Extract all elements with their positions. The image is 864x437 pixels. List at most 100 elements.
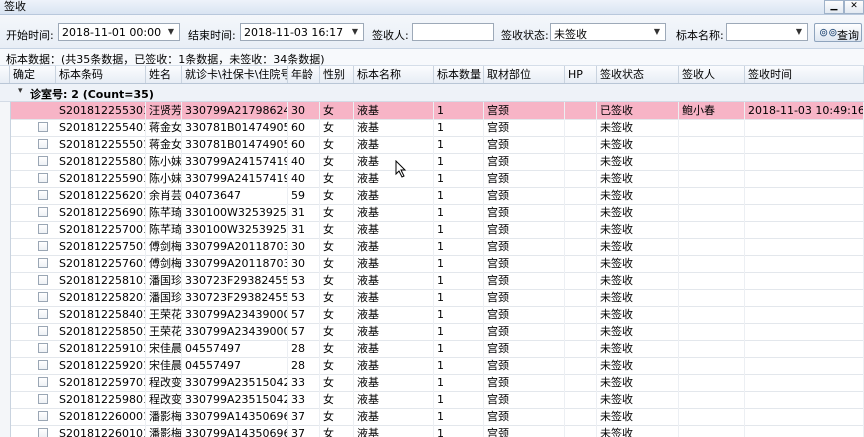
chevron-down-icon[interactable]: ▼ [793, 26, 805, 38]
cell-specimen-name: 液基 [354, 323, 434, 340]
cell-signer [679, 136, 745, 153]
table-row[interactable]: S201812260001 潘影梅 330799A14350696 37 女液基 1 宫颈 未… [0, 408, 864, 426]
table-row[interactable]: S201812258401 王荣花 330799A23439000 57 女液基 1 宫颈 未… [0, 306, 864, 324]
sign-status-combo[interactable]: 未签收 ▼ [550, 23, 666, 41]
cell-age: 53 [288, 289, 320, 306]
table-row[interactable]: S201812257601 傅剑梅 330799A20118703 30 女液基 1 宫颈 未… [0, 255, 864, 273]
confirm-checkbox[interactable] [38, 428, 48, 437]
row-indicator[interactable] [0, 170, 11, 187]
confirm-checkbox[interactable] [38, 377, 48, 387]
table-row[interactable]: S201812256201 余肖芸 04073647 59 女液基 1 宫颈 未签收 [0, 187, 864, 205]
table-row[interactable]: S201812259201 宋佳晨 04557497 28 女液基 1 宫颈 未签收 [0, 357, 864, 375]
row-indicator[interactable] [0, 204, 11, 221]
column-header-sign-status[interactable]: 签收状态 [597, 66, 679, 83]
row-indicator[interactable] [0, 408, 11, 425]
start-time-combo[interactable]: 2018-11-01 00:00 ▼ [58, 23, 180, 41]
row-indicator[interactable] [0, 289, 11, 306]
confirm-checkbox[interactable] [38, 190, 48, 200]
row-indicator[interactable] [0, 306, 11, 323]
table-row[interactable]: S201812259801 程改变 330799A23515042 33 女液基 1 宫颈 未… [0, 391, 864, 409]
row-indicator[interactable] [0, 323, 11, 340]
chevron-down-icon[interactable]: ▼ [651, 26, 663, 38]
table-row[interactable]: S201812255301 汪贤芳 330799A21798624 30 女液基 1 宫颈 已… [0, 102, 864, 120]
table-row[interactable]: S201812255901 陈小妹 330799A24157419 40 女液基 1 宫颈 未… [0, 170, 864, 188]
specimen-name-combo[interactable]: ▼ [726, 23, 808, 41]
row-indicator[interactable] [0, 102, 11, 119]
table-row[interactable]: S201812257501 傅剑梅 330799A20118703 30 女液基 1 宫颈 未… [0, 238, 864, 256]
minimize-button[interactable]: ▁ [824, 0, 844, 14]
confirm-checkbox[interactable] [38, 411, 48, 421]
row-indicator[interactable] [0, 425, 11, 437]
row-indicator[interactable] [0, 340, 11, 357]
cell-barcode: S201812256901 [56, 204, 146, 221]
column-header-signer[interactable]: 签收人 [679, 66, 745, 83]
column-header-specimen-name[interactable]: 标本名称 [354, 66, 434, 83]
row-indicator[interactable] [0, 136, 11, 153]
confirm-checkbox[interactable] [38, 360, 48, 370]
table-row[interactable]: S201812258101 潘国珍 330723F29382455 53 女液基 1 宫颈 未… [0, 272, 864, 290]
cell-age: 31 [288, 221, 320, 238]
start-time-value: 2018-11-01 00:00 [62, 26, 162, 39]
table-row[interactable]: S201812260101 潘影梅 330799A14350696 37 女液基 1 宫颈 未… [0, 425, 864, 437]
confirm-checkbox[interactable] [38, 309, 48, 319]
confirm-checkbox[interactable] [38, 275, 48, 285]
table-row[interactable]: S201812255401 蒋金女 330781B01474905 60 女液基 1 宫颈 未… [0, 119, 864, 137]
row-indicator[interactable] [0, 374, 11, 391]
row-indicator[interactable] [0, 255, 11, 272]
row-indicator[interactable] [0, 272, 11, 289]
confirm-checkbox[interactable] [38, 156, 48, 166]
confirm-checkbox[interactable] [38, 326, 48, 336]
cell-specimen-qty: 1 [434, 119, 484, 136]
table-row[interactable]: S201812257001 陈芊琦 330100W32539255 31 女液基 1 宫颈 未… [0, 221, 864, 239]
column-header-sex[interactable]: 性别 [320, 66, 354, 83]
table-row[interactable]: S201812255501 蒋金女 330781B01474905 60 女液基 1 宫颈 未… [0, 136, 864, 154]
confirm-checkbox[interactable] [38, 258, 48, 268]
confirm-checkbox[interactable] [38, 241, 48, 251]
table-row[interactable]: S201812255801 陈小妹 330799A24157419 40 女液基 1 宫颈 未… [0, 153, 864, 171]
specimen-grid: 确定 标本条码 姓名 就诊卡\社保卡\住院号 年龄 性别 标本名称 标本数量 取材部位 HP 签收状… [0, 66, 864, 437]
column-header-barcode[interactable]: 标本条码 [56, 66, 146, 83]
table-row[interactable]: S201812258201 潘国珍 330723F29382455 53 女液基 1 宫颈 未… [0, 289, 864, 307]
table-row[interactable]: S201812259101 宋佳晨 04557497 28 女液基 1 宫颈 未签收 [0, 340, 864, 358]
column-header-card-no[interactable]: 就诊卡\社保卡\住院号 [182, 66, 288, 83]
group-row[interactable]: ▾ 诊室号: 2 (Count=35) [0, 84, 864, 102]
confirm-checkbox[interactable] [38, 207, 48, 217]
close-button[interactable]: ✕ [844, 0, 864, 14]
end-time-combo[interactable]: 2018-11-03 16:17 ▼ [240, 23, 364, 41]
cell-sign-time [745, 340, 864, 357]
cell-signer [679, 357, 745, 374]
query-button[interactable]: ⊚⊚ 查询 [814, 23, 862, 42]
confirm-checkbox[interactable] [38, 292, 48, 302]
confirm-checkbox[interactable] [38, 343, 48, 353]
chevron-down-icon[interactable]: ▼ [349, 26, 361, 38]
row-indicator[interactable] [0, 357, 11, 374]
column-header-sign-time[interactable]: 签收时间 [745, 66, 864, 83]
minimize-icon: ▁ [830, 1, 838, 11]
row-indicator[interactable] [0, 391, 11, 408]
confirm-checkbox[interactable] [38, 173, 48, 183]
column-header-confirm[interactable]: 确定 [10, 66, 56, 83]
row-indicator[interactable] [0, 187, 11, 204]
table-row[interactable]: S201812259701 程改变 330799A23515042 33 女液基 1 宫颈 未… [0, 374, 864, 392]
row-indicator[interactable] [0, 238, 11, 255]
column-header-specimen-qty[interactable]: 标本数量 [434, 66, 484, 83]
confirm-checkbox[interactable] [38, 224, 48, 234]
table-row[interactable]: S201812258501 王荣花 330799A23439000 57 女液基 1 宫颈 未… [0, 323, 864, 341]
column-header-hp[interactable]: HP [565, 66, 597, 83]
cell-specimen-name: 液基 [354, 374, 434, 391]
confirm-checkbox[interactable] [38, 394, 48, 404]
chevron-down-icon[interactable]: ▼ [165, 26, 177, 38]
confirm-checkbox[interactable] [38, 122, 48, 132]
cell-signer [679, 289, 745, 306]
table-row[interactable]: S201812256901 陈芊琦 330100W32539255 31 女液基 1 宫颈 未… [0, 204, 864, 222]
column-header-name[interactable]: 姓名 [146, 66, 182, 83]
row-indicator[interactable] [0, 221, 11, 238]
signer-input[interactable] [412, 23, 494, 41]
column-header-age[interactable]: 年龄 [288, 66, 320, 83]
collapse-icon[interactable]: ▾ [18, 86, 23, 96]
confirm-checkbox[interactable] [38, 139, 48, 149]
row-indicator[interactable] [0, 153, 11, 170]
row-indicator[interactable] [0, 119, 11, 136]
cell-barcode: S201812258101 [56, 272, 146, 289]
column-header-site[interactable]: 取材部位 [484, 66, 565, 83]
